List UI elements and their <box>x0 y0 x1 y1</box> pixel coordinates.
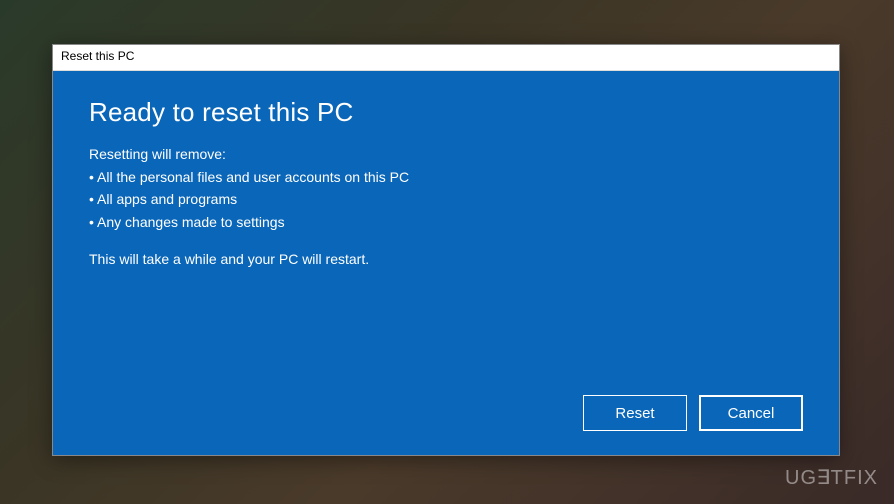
dialog-subheading: Resetting will remove: <box>89 146 803 162</box>
list-item: All the personal files and user accounts… <box>89 166 803 188</box>
removal-list: All the personal files and user accounts… <box>89 166 803 233</box>
watermark: UG∃TFIX <box>785 465 878 490</box>
reset-pc-dialog: Reset this PC Ready to reset this PC Res… <box>52 44 840 456</box>
dialog-title-text: Reset this PC <box>61 49 134 63</box>
dialog-title-bar: Reset this PC <box>53 45 839 71</box>
dialog-note: This will take a while and your PC will … <box>89 251 803 267</box>
list-item: All apps and programs <box>89 188 803 210</box>
cancel-button[interactable]: Cancel <box>699 395 803 431</box>
watermark-text: UG∃TFIX <box>785 467 878 489</box>
dialog-body: Ready to reset this PC Resetting will re… <box>53 71 839 455</box>
dialog-heading: Ready to reset this PC <box>89 97 803 128</box>
list-item: Any changes made to settings <box>89 211 803 233</box>
button-row: Reset Cancel <box>583 395 803 431</box>
reset-button[interactable]: Reset <box>583 395 687 431</box>
